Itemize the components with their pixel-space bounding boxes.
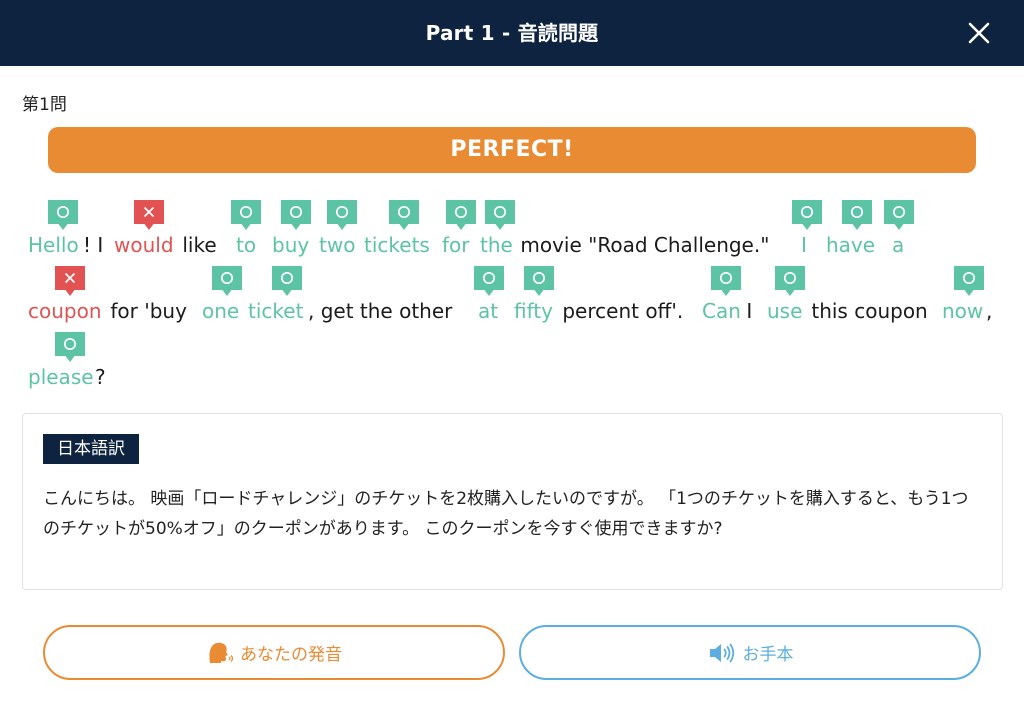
translation-panel: 日本語訳 こんにちは。 映画「ロードチャレンジ」のチケットを2枚購入したいのです…	[22, 413, 1003, 590]
scored-word: have	[826, 233, 876, 257]
scored-word: I	[801, 233, 807, 257]
correct-mark-icon	[389, 200, 419, 230]
scored-word: at	[478, 299, 499, 323]
sentence-text: like	[176, 233, 224, 257]
scored-word: one	[202, 299, 240, 323]
scored-word: would	[114, 233, 174, 257]
correct-mark-icon	[55, 332, 85, 362]
sentence-text: I	[740, 299, 759, 323]
scored-word: for	[442, 233, 470, 257]
incorrect-mark-icon	[55, 266, 85, 296]
correct-mark-icon	[231, 200, 261, 230]
correct-mark-icon	[474, 266, 504, 296]
scored-word: Can	[702, 299, 741, 323]
correct-mark-icon	[524, 266, 554, 296]
scored-word: please	[28, 365, 94, 389]
scored-word: a	[892, 233, 905, 257]
your-pronunciation-label: あなたの発音	[240, 645, 342, 665]
translation-text: こんにちは。 映画「ロードチャレンジ」のチケットを2枚購入したいのですが。 「1…	[43, 489, 969, 539]
correct-mark-icon	[792, 200, 822, 230]
scored-word: tickets	[364, 233, 430, 257]
correct-mark-icon	[485, 200, 515, 230]
correct-mark-icon	[272, 266, 302, 296]
translation-tag: 日本語訳	[43, 434, 139, 464]
incorrect-mark-icon	[134, 200, 164, 230]
correct-mark-icon	[842, 200, 872, 230]
speaker-icon	[709, 643, 734, 662]
scored-word: buy	[272, 233, 310, 257]
correct-mark-icon	[212, 266, 242, 296]
scored-word: use	[767, 299, 803, 323]
scored-word: now	[942, 299, 984, 323]
correct-mark-icon	[954, 266, 984, 296]
speaking-head-icon	[209, 642, 234, 663]
correct-mark-icon	[281, 200, 311, 230]
correct-mark-icon	[446, 200, 476, 230]
sentence-text: ,	[986, 299, 993, 323]
scored-word: Hello	[28, 233, 79, 257]
sentence-text: movie "Road Challenge."	[514, 233, 776, 257]
correct-mark-icon	[775, 266, 805, 296]
correct-mark-icon	[48, 200, 78, 230]
your-pronunciation-button[interactable]: あなたの発音	[43, 625, 505, 680]
correct-mark-icon	[327, 200, 357, 230]
sentence-text: percent off'.	[556, 299, 690, 323]
sentence-text: this coupon	[805, 299, 935, 323]
scored-word: fifty	[514, 299, 553, 323]
scored-word: two	[319, 233, 356, 257]
sentence-text: , get the other	[308, 299, 459, 323]
scored-word: the	[480, 233, 513, 257]
sentence-area: Hello! I would like to buy two tickets for th…	[0, 0, 1024, 400]
sentence-text: for 'buy	[104, 299, 194, 323]
correct-mark-icon	[884, 200, 914, 230]
correct-mark-icon	[711, 266, 741, 296]
model-audio-label: お手本	[742, 645, 794, 665]
model-audio-button[interactable]: お手本	[519, 625, 981, 680]
scored-word: coupon	[28, 299, 102, 323]
sentence-text: ?	[95, 365, 106, 389]
scored-word: ticket	[248, 299, 304, 323]
scored-word: to	[236, 233, 257, 257]
sentence-text: ! I	[83, 233, 110, 257]
